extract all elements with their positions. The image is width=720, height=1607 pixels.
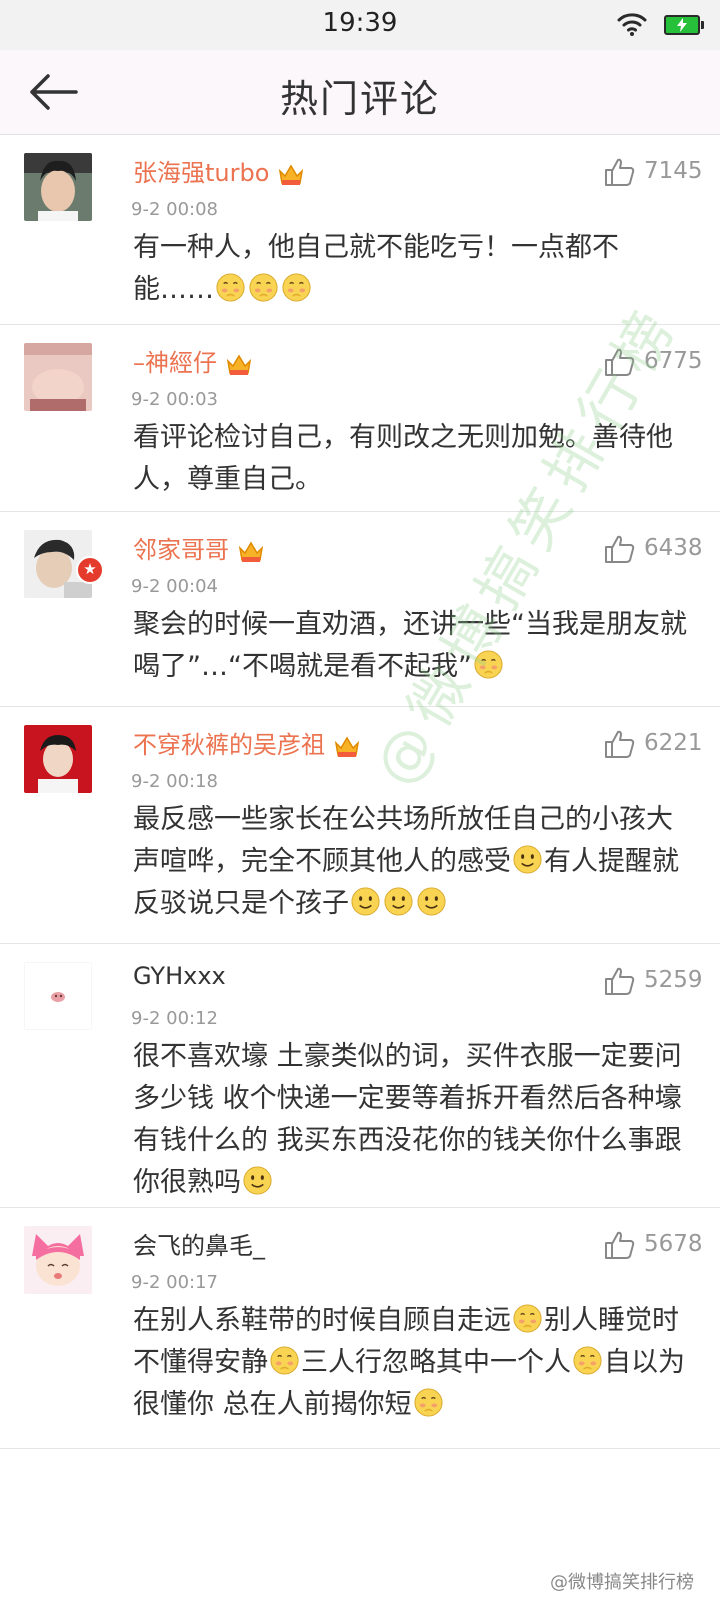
comment-time: 9-2 00:03: [131, 389, 218, 410]
comment-item: 不穿秋裤的吴彦祖 6221 9-2 00:18 最反感一些家长在公共场所放任自己…: [0, 707, 720, 944]
like-count: 5678: [644, 1231, 703, 1257]
wifi-icon: [617, 13, 647, 36]
comment-item: 张海强turbo 7145 9-2 00:08 有一种人，他自己就不能吃亏！一点…: [0, 135, 720, 325]
comment-text: 在别人系鞋带的时候自顾自走远 别人睡觉时不懂得安静 三人行忽略其中一个人 自以为很懂你…: [133, 1304, 685, 1420]
emoji-smile-icon: [417, 887, 446, 916]
like-thumb-icon: [605, 348, 635, 376]
comment-item: ★ 邻家哥哥 6438 9-2 00:04 聚会的时候一直劝酒，还讲一些“当我是…: [0, 512, 720, 707]
emoji-smile-icon: [513, 845, 542, 874]
username[interactable]: GYHxxx: [133, 962, 226, 990]
username[interactable]: 不穿秋裤的吴彦祖: [133, 725, 361, 760]
avatar[interactable]: [24, 725, 92, 793]
username[interactable]: –神經仔: [133, 343, 253, 378]
like-count: 7145: [644, 158, 703, 184]
comment-text: 看评论检讨自己，有则改之无则加勉。善待他人，尊重自己。: [133, 422, 673, 495]
emoji-shy-icon: [216, 273, 245, 302]
comment-item: 会飞的鼻毛_ 5678 9-2 00:17 在别人系鞋带的时候自顾自走远 别人睡觉…: [0, 1208, 720, 1449]
status-bar: 19:39: [0, 0, 720, 50]
crown-badge-icon: [226, 354, 252, 375]
avatar[interactable]: [24, 343, 92, 411]
like-count: 6438: [644, 535, 703, 561]
emoji-shy-icon: [249, 273, 278, 302]
comment-time: 9-2 00:18: [131, 771, 218, 792]
emoji-smile-icon: [351, 887, 380, 916]
like-count: 5259: [644, 967, 703, 993]
avatar[interactable]: [24, 153, 92, 221]
status-time: 19:39: [322, 8, 398, 38]
battery-icon: [664, 15, 704, 35]
emoji-shy-icon: [513, 1304, 542, 1333]
username[interactable]: 邻家哥哥: [133, 530, 265, 565]
verified-badge-icon: ★: [76, 556, 104, 584]
crown-badge-icon: [238, 541, 264, 562]
comment-text: 最反感一些家长在公共场所放任自己的小孩大声喧哗，完全不顾其他人的感受 有人提醒就反…: [133, 804, 679, 919]
like-thumb-icon: [605, 535, 635, 563]
comment-text: 有一种人，他自己就不能吃亏！一点都不能……: [133, 232, 619, 305]
page-title: 热门评论: [279, 77, 440, 121]
comment-time: 9-2 00:08: [131, 199, 218, 220]
watermark-bottom: @微博搞笑排行榜: [550, 1572, 694, 1593]
like-thumb-icon: [605, 158, 635, 186]
crown-badge-icon: [279, 164, 304, 185]
avatar[interactable]: [24, 962, 92, 1030]
emoji-shy-icon: [474, 650, 503, 679]
crown-badge-icon: [334, 736, 360, 757]
emoji-shy-icon: [414, 1388, 443, 1417]
username[interactable]: 张海强turbo: [133, 153, 305, 188]
emoji-shy-icon: [573, 1346, 602, 1375]
comment-time: 9-2 00:17: [131, 1272, 218, 1293]
title-bar: 热门评论: [0, 50, 720, 135]
comment-time: 9-2 00:12: [131, 1008, 218, 1029]
like-count: 6775: [644, 348, 703, 374]
comment-item: –神經仔 6775 9-2 00:03 看评论检讨自己，有则改之无则加勉。善待他…: [0, 325, 720, 512]
emoji-shy-icon: [282, 273, 311, 302]
comment-item: GYHxxx 5259 9-2 00:12 很不喜欢壕 土豪类似的词，买件衣服一…: [0, 944, 720, 1208]
username[interactable]: 会飞的鼻毛_: [133, 1226, 265, 1261]
emoji-smile-icon: [384, 887, 413, 916]
comment-time: 9-2 00:04: [131, 576, 218, 597]
comment-text: 很不喜欢壕 土豪类似的词，买件衣服一定要问多少钱 收个快递一定要等着拆开看然后各…: [133, 1041, 682, 1198]
like-thumb-icon: [605, 967, 635, 995]
like-count: 6221: [644, 730, 703, 756]
emoji-smile-icon: [243, 1166, 272, 1195]
comment-text: 聚会的时候一直劝酒，还讲一些“当我是朋友就喝了”…“不喝就是看不起我”: [133, 609, 687, 682]
avatar[interactable]: [24, 1226, 92, 1294]
emoji-shy-icon: [270, 1346, 299, 1375]
like-thumb-icon: [605, 730, 635, 758]
like-thumb-icon: [605, 1231, 635, 1259]
